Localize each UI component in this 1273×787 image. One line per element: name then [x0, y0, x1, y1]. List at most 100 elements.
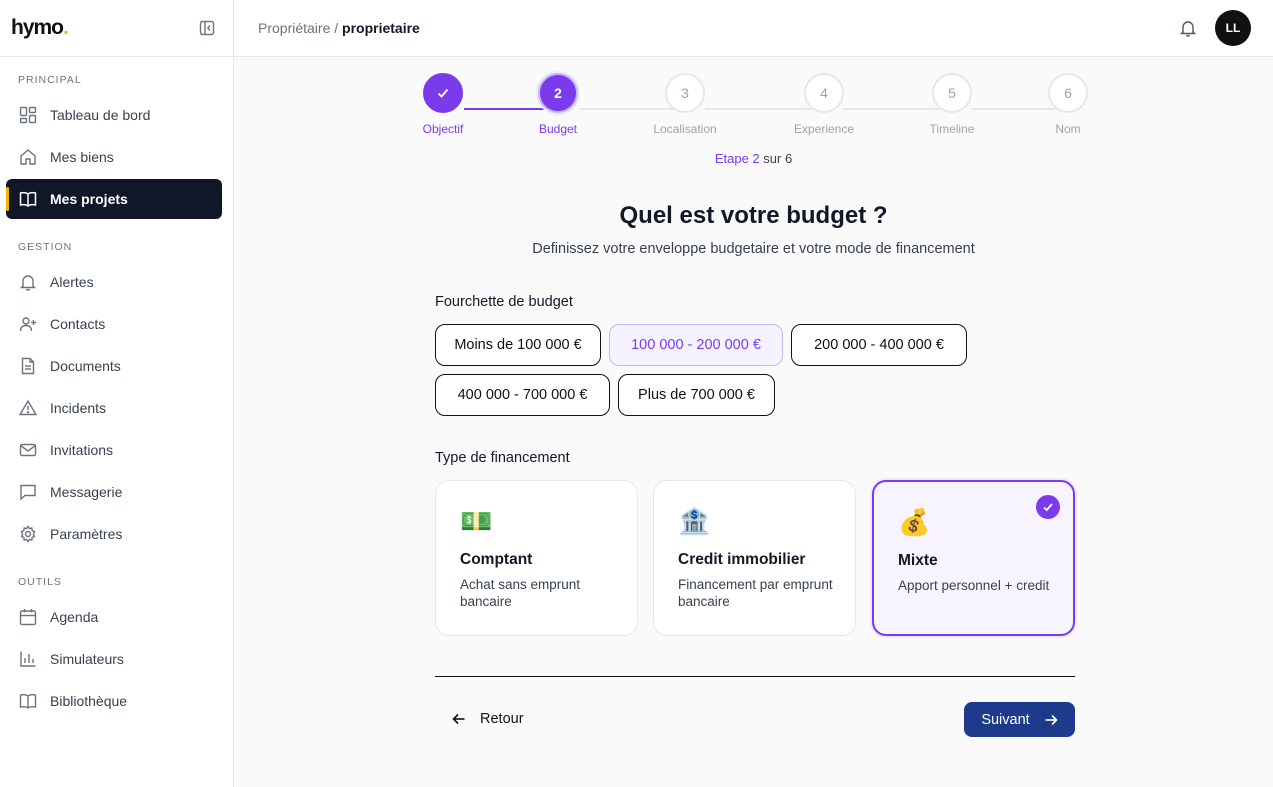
- sidebar-collapse-button[interactable]: [197, 18, 217, 38]
- back-button-label: Retour: [480, 711, 524, 727]
- card-description: Financement par emprunt bancaire: [678, 577, 833, 609]
- breadcrumb-parent[interactable]: Propriétaire: [258, 20, 330, 36]
- card-title: Mixte: [898, 552, 938, 569]
- step-circle: 4: [804, 73, 844, 113]
- sidebar-item-label: Tableau de bord: [50, 107, 151, 123]
- step-label: Timeline: [929, 122, 975, 136]
- money-bag-icon: 💰: [898, 507, 931, 537]
- sidebar-item-alertes[interactable]: Alertes: [6, 262, 222, 302]
- selected-check-icon: [1036, 495, 1060, 519]
- budget-label: Fourchette de budget: [435, 294, 573, 310]
- sidebar-item-mes-biens[interactable]: Mes biens: [6, 137, 222, 177]
- financing-option-comptant[interactable]: 💵 Comptant Achat sans emprunt bancaire: [435, 480, 638, 636]
- sidebar-item-label: Documents: [50, 358, 121, 374]
- budget-option-over-700k[interactable]: Plus de 700 000 €: [618, 374, 775, 416]
- back-button[interactable]: Retour: [435, 699, 535, 739]
- sidebar-item-label: Mes biens: [50, 149, 114, 165]
- cash-icon: 💵: [460, 506, 493, 536]
- section-title-outils: OUTILS: [18, 576, 62, 588]
- sidebar-item-messagerie[interactable]: Messagerie: [6, 472, 222, 512]
- sidebar-item-label: Agenda: [50, 609, 99, 625]
- next-button-label: Suivant: [981, 711, 1030, 728]
- financing-option-mixte[interactable]: 💰 Mixte Apport personnel + credit: [872, 480, 1075, 636]
- mail-icon: [18, 440, 38, 460]
- page-subtitle: Definissez votre enveloppe budgetaire et…: [532, 241, 975, 257]
- warning-icon: [18, 398, 38, 418]
- sidebar-item-contacts[interactable]: Contacts: [6, 304, 222, 344]
- sidebar-item-label: Bibliothèque: [50, 693, 128, 709]
- bar-chart-icon: [18, 649, 38, 669]
- bell-icon: [18, 272, 38, 292]
- calendar-icon: [18, 607, 38, 627]
- sidebar-item-label: Incidents: [50, 400, 107, 416]
- book-open-icon: [18, 691, 38, 711]
- step-label: Nom: [1055, 122, 1081, 136]
- bank-icon: 🏦: [678, 506, 711, 536]
- step-nom[interactable]: 6 Nom: [1023, 73, 1113, 136]
- step-circle: 6: [1048, 73, 1088, 113]
- sidebar-item-documents[interactable]: Documents: [6, 346, 222, 386]
- card-description: Achat sans emprunt bancaire: [460, 577, 581, 609]
- sidebar-item-label: Invitations: [50, 442, 114, 458]
- sidebar-item-mes-projets[interactable]: Mes projets: [6, 179, 222, 219]
- panel-collapse-icon: [199, 20, 215, 36]
- divider: [435, 676, 1075, 677]
- step-experience[interactable]: 4 Experience: [779, 73, 869, 136]
- budget-option-200k-400k[interactable]: 200 000 - 400 000 €: [791, 324, 967, 366]
- step-circle: [423, 73, 463, 113]
- sidebar: hymo. PRINCIPAL Tableau de bord Mes bien…: [0, 0, 234, 787]
- next-button[interactable]: Suivant: [964, 702, 1075, 737]
- home-icon: [18, 147, 38, 167]
- user-plus-icon: [18, 314, 38, 334]
- sidebar-item-label: Messagerie: [50, 484, 123, 500]
- sidebar-item-label: Alertes: [50, 274, 94, 290]
- book-icon: [18, 189, 38, 209]
- sidebar-item-label: Paramètres: [50, 526, 123, 542]
- chat-icon: [18, 482, 38, 502]
- sidebar-item-simulateurs[interactable]: Simulateurs: [6, 639, 222, 679]
- sidebar-item-parametres[interactable]: Paramètres: [6, 514, 222, 554]
- financing-option-credit-immobilier[interactable]: 🏦 Credit immobilier Financement par empr…: [653, 480, 856, 636]
- breadcrumb: Propriétaire / proprietaire: [258, 20, 420, 36]
- step-circle: 3: [665, 73, 705, 113]
- sidebar-item-label: Contacts: [50, 316, 106, 332]
- step-budget[interactable]: 2 Budget: [513, 73, 603, 136]
- check-icon: [437, 88, 449, 98]
- budget-option-100k-200k[interactable]: 100 000 - 200 000 €: [609, 324, 783, 366]
- dashboard-icon: [18, 105, 38, 125]
- topbar: Propriétaire / proprietaire LL: [234, 0, 1273, 57]
- budget-option-400k-700k[interactable]: 400 000 - 700 000 €: [435, 374, 610, 416]
- notifications-button[interactable]: [1179, 19, 1197, 37]
- sidebar-item-tableau-de-bord[interactable]: Tableau de bord: [6, 95, 222, 135]
- sidebar-item-label: Simulateurs: [50, 651, 124, 667]
- gear-icon: [18, 524, 38, 544]
- breadcrumb-separator: /: [330, 20, 343, 36]
- logo-row: hymo.: [0, 0, 233, 57]
- step-label: Experience: [793, 122, 855, 136]
- section-title-gestion: GESTION: [18, 241, 73, 253]
- budget-option-under-100k[interactable]: Moins de 100 000 €: [435, 324, 601, 366]
- sidebar-item-bibliotheque[interactable]: Bibliothèque: [6, 681, 222, 721]
- sidebar-item-agenda[interactable]: Agenda: [6, 597, 222, 637]
- step-counter: Etape 2 sur 6: [714, 151, 793, 166]
- avatar[interactable]: LL: [1215, 10, 1251, 46]
- logo[interactable]: hymo.: [11, 16, 69, 40]
- step-localisation[interactable]: 3 Localisation: [640, 73, 730, 136]
- card-title: Comptant: [460, 551, 533, 568]
- section-title-principal: PRINCIPAL: [18, 74, 82, 86]
- step-label: Localisation: [653, 122, 717, 136]
- main-content: Objectif 2 Budget 3 Localisation 4 Exper…: [234, 57, 1273, 787]
- breadcrumb-current: proprietaire: [342, 20, 420, 36]
- sidebar-item-invitations[interactable]: Invitations: [6, 430, 222, 470]
- step-label: Objectif: [422, 122, 464, 136]
- card-description: Apport personnel + credit: [898, 578, 1050, 593]
- sidebar-item-incidents[interactable]: Incidents: [6, 388, 222, 428]
- stepper: Objectif 2 Budget 3 Localisation 4 Exper…: [234, 73, 1273, 153]
- step-label: Budget: [538, 122, 578, 136]
- step-circle: 5: [932, 73, 972, 113]
- page-title: Quel est votre budget ?: [619, 202, 888, 229]
- step-timeline[interactable]: 5 Timeline: [907, 73, 997, 136]
- arrow-right-icon: [1045, 714, 1058, 725]
- step-objectif[interactable]: Objectif: [398, 73, 488, 136]
- step-circle: 2: [538, 73, 578, 113]
